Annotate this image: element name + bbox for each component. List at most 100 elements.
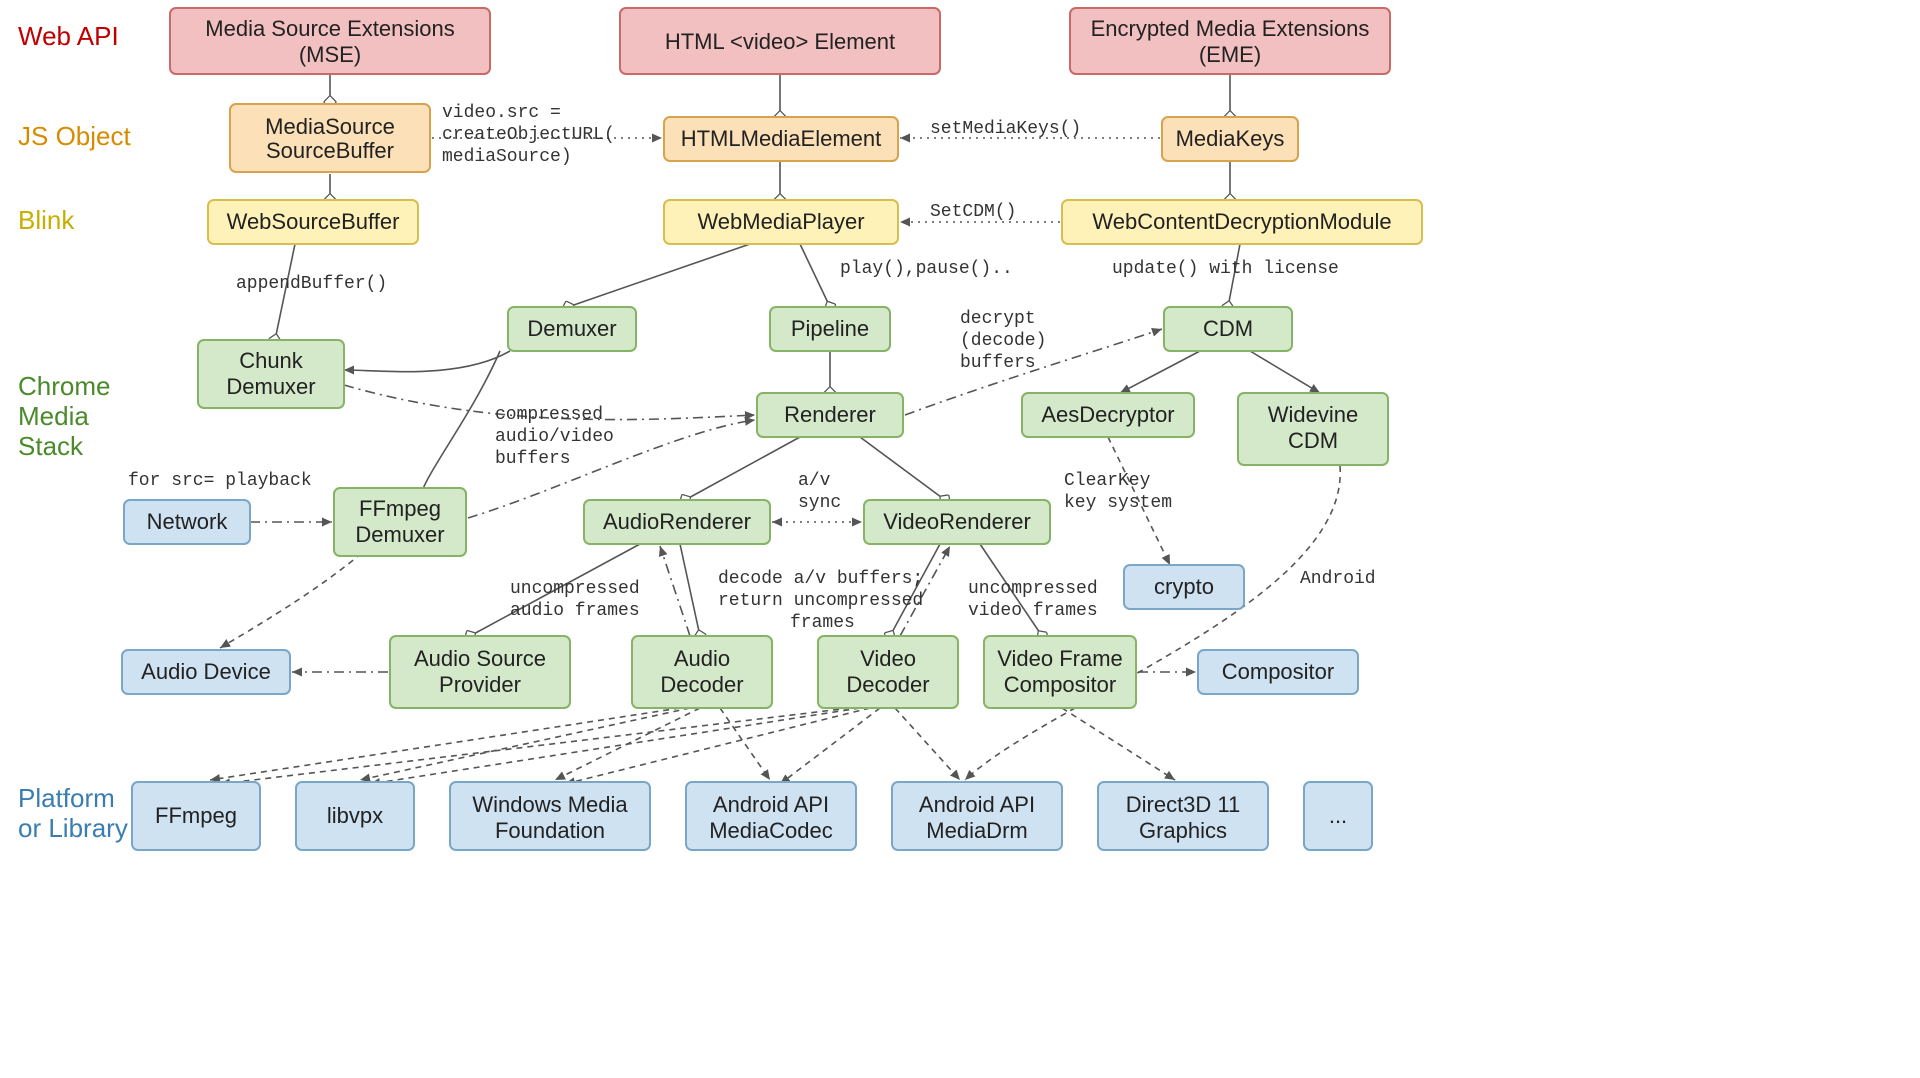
svg-text:Audio: Audio xyxy=(674,646,730,671)
svg-text:HTMLMediaElement: HTMLMediaElement xyxy=(681,126,882,151)
node-audio-device: Audio Device xyxy=(122,650,290,694)
node-htmlmediaelement: HTMLMediaElement xyxy=(664,117,898,161)
node-aesdecryptor: AesDecryptor xyxy=(1022,393,1194,437)
node-ffmpeg: FFmpeg xyxy=(132,782,260,850)
row-label-platform-1: Platform xyxy=(18,783,115,813)
node-direct3d: Direct3D 11 Graphics xyxy=(1098,782,1268,850)
svg-text:...: ... xyxy=(1329,803,1347,828)
node-crypto: crypto xyxy=(1124,565,1244,609)
svg-text:MediaKeys: MediaKeys xyxy=(1176,126,1285,151)
svg-text:WebMediaPlayer: WebMediaPlayer xyxy=(697,209,864,234)
svg-text:Compositor: Compositor xyxy=(1222,659,1334,684)
svg-text:(MSE): (MSE) xyxy=(299,42,361,67)
svg-text:Widevine: Widevine xyxy=(1268,402,1358,427)
edge-label-uncompaudio-2: audio frames xyxy=(510,601,640,621)
row-label-chrome-1: Chrome xyxy=(18,371,110,401)
edge-label-videosrc-3: mediaSource) xyxy=(442,147,572,167)
svg-text:Compositor: Compositor xyxy=(1004,672,1116,697)
edge-label-videosrc-2: createObjectURL( xyxy=(442,125,615,145)
svg-text:SourceBuffer: SourceBuffer xyxy=(266,138,394,163)
svg-text:(EME): (EME) xyxy=(1199,42,1261,67)
edge-label-compressed-3: buffers xyxy=(495,449,571,469)
node-webmediaplayer: WebMediaPlayer xyxy=(664,200,898,244)
edge-label-srcplayback: for src= playback xyxy=(128,471,312,491)
edge-label-uncompvideo-2: video frames xyxy=(968,601,1098,621)
svg-text:CDM: CDM xyxy=(1288,428,1338,453)
svg-text:Video Frame: Video Frame xyxy=(997,646,1123,671)
node-video-renderer: VideoRenderer xyxy=(864,500,1050,544)
node-pipeline: Pipeline xyxy=(770,307,890,351)
row-label-jsobject: JS Object xyxy=(18,121,131,151)
node-renderer: Renderer xyxy=(757,393,903,437)
edge-label-appendbuffer: appendBuffer() xyxy=(236,274,387,294)
svg-text:Decoder: Decoder xyxy=(660,672,743,697)
row-label-chrome-3: Stack xyxy=(18,431,84,461)
svg-text:libvpx: libvpx xyxy=(327,803,383,828)
edge-label-uncompaudio-1: uncompressed xyxy=(510,579,640,599)
edge-label-decodeav-2: return uncompressed xyxy=(718,591,923,611)
edge-label-decodeav-1: decode a/v buffers; xyxy=(718,569,923,589)
svg-text:Provider: Provider xyxy=(439,672,521,697)
node-ffmpeg-demuxer: FFmpeg Demuxer xyxy=(334,488,466,556)
node-mediasource: MediaSource SourceBuffer xyxy=(230,104,430,172)
svg-text:Encrypted Media Extensions: Encrypted Media Extensions xyxy=(1091,16,1370,41)
svg-text:Demuxer: Demuxer xyxy=(226,374,315,399)
svg-text:Renderer: Renderer xyxy=(784,402,876,427)
svg-text:HTML <video> Element: HTML <video> Element xyxy=(665,29,895,54)
svg-text:Audio Source: Audio Source xyxy=(414,646,546,671)
row-label-platform-2: or Library xyxy=(18,813,128,843)
svg-text:FFmpeg: FFmpeg xyxy=(359,496,441,521)
svg-text:Demuxer: Demuxer xyxy=(527,316,616,341)
node-android-mediacodec: Android API MediaCodec xyxy=(686,782,856,850)
svg-text:WebContentDecryptionModule: WebContentDecryptionModule xyxy=(1092,209,1391,234)
row-label-webapi: Web API xyxy=(18,21,119,51)
node-video-frame-compositor: Video Frame Compositor xyxy=(984,636,1136,708)
svg-text:Foundation: Foundation xyxy=(495,818,605,843)
node-demuxer: Demuxer xyxy=(508,307,636,351)
node-widevine-cdm: Widevine CDM xyxy=(1238,393,1388,465)
svg-text:Android API: Android API xyxy=(713,792,829,817)
node-audio-source-provider: Audio Source Provider xyxy=(390,636,570,708)
node-cdm: CDM xyxy=(1164,307,1292,351)
edge-label-avsync-2: sync xyxy=(798,493,841,513)
svg-text:CDM: CDM xyxy=(1203,316,1253,341)
node-compositor: Compositor xyxy=(1198,650,1358,694)
svg-text:Demuxer: Demuxer xyxy=(355,522,444,547)
edge-label-clearkey-2: key system xyxy=(1064,493,1172,513)
edge-label-compressed-1: compressed xyxy=(495,405,603,425)
svg-text:Network: Network xyxy=(147,509,229,534)
svg-text:Windows Media: Windows Media xyxy=(472,792,628,817)
svg-text:crypto: crypto xyxy=(1154,574,1214,599)
node-android-mediadrm: Android API MediaDrm xyxy=(892,782,1062,850)
svg-text:Chunk: Chunk xyxy=(239,348,304,373)
svg-text:Graphics: Graphics xyxy=(1139,818,1227,843)
svg-text:Decoder: Decoder xyxy=(846,672,929,697)
row-label-chrome-2: Media xyxy=(18,401,89,431)
svg-text:Android API: Android API xyxy=(919,792,1035,817)
node-audio-renderer: AudioRenderer xyxy=(584,500,770,544)
node-audio-decoder: Audio Decoder xyxy=(632,636,772,708)
node-websourcebuffer: WebSourceBuffer xyxy=(208,200,418,244)
svg-text:MediaCodec: MediaCodec xyxy=(709,818,833,843)
node-ellipsis: ... xyxy=(1304,782,1372,850)
edge-label-setmediakeys: setMediaKeys() xyxy=(930,119,1081,139)
svg-text:AudioRenderer: AudioRenderer xyxy=(603,509,751,534)
node-network: Network xyxy=(124,500,250,544)
edge-label-compressed-2: audio/video xyxy=(495,427,614,447)
svg-text:FFmpeg: FFmpeg xyxy=(155,803,237,828)
node-video-element: HTML <video> Element xyxy=(620,8,940,74)
svg-text:AesDecryptor: AesDecryptor xyxy=(1041,402,1174,427)
svg-text:Pipeline: Pipeline xyxy=(791,316,869,341)
edge-label-clearkey-1: ClearKey xyxy=(1064,471,1151,491)
edge-label-uncompvideo-1: uncompressed xyxy=(968,579,1098,599)
edge-label-android: Android xyxy=(1300,569,1376,589)
edge-label-videosrc-1: video.src = xyxy=(442,103,561,123)
svg-text:Video: Video xyxy=(860,646,916,671)
node-chunk-demuxer: Chunk Demuxer xyxy=(198,340,344,408)
node-mediakeys: MediaKeys xyxy=(1162,117,1298,161)
svg-text:MediaDrm: MediaDrm xyxy=(926,818,1027,843)
row-label-blink: Blink xyxy=(18,205,75,235)
svg-text:VideoRenderer: VideoRenderer xyxy=(883,509,1031,534)
node-libvpx: libvpx xyxy=(296,782,414,850)
edge-label-setcdm: SetCDM() xyxy=(930,202,1016,222)
